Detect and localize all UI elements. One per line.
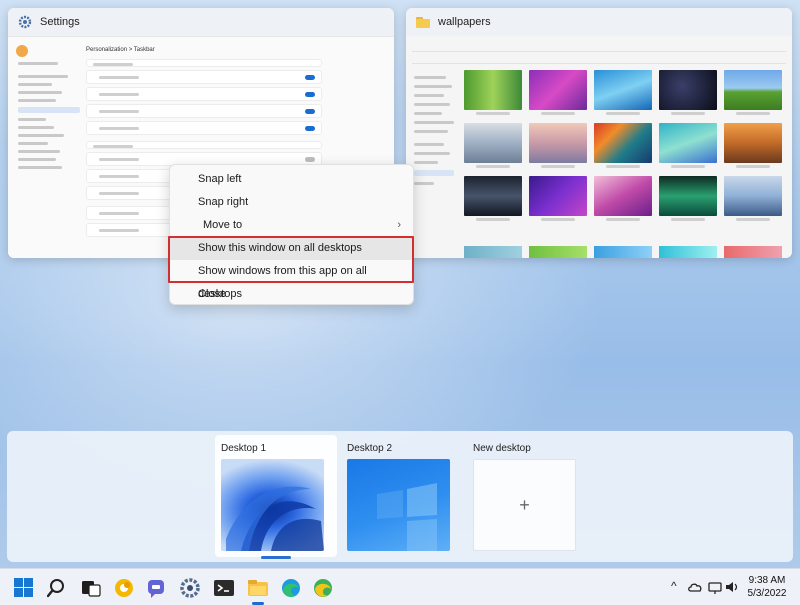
chevron-up-icon[interactable]: ^ xyxy=(671,579,677,593)
menu-item-close[interactable]: Close xyxy=(170,283,413,306)
file-explorer-icon[interactable] xyxy=(247,577,269,599)
edge-icon[interactable] xyxy=(280,577,302,599)
edge-dev-icon[interactable] xyxy=(312,577,334,599)
wallpaper-thumbnail[interactable] xyxy=(724,70,782,115)
wallpaper-thumbnail[interactable] xyxy=(594,70,652,115)
search-icon[interactable] xyxy=(47,577,69,599)
menu-item-move-to[interactable]: Move to › xyxy=(170,214,413,237)
start-icon[interactable] xyxy=(13,577,35,599)
system-clock[interactable]: 9:38 AM 5/3/2022 xyxy=(740,574,794,600)
menu-item-snap-right[interactable]: Snap right xyxy=(170,191,413,214)
wallpaper-thumbnail[interactable] xyxy=(724,123,782,168)
clock-time: 9:38 AM xyxy=(748,575,786,586)
window-context-menu: Snap left Snap right Move to › Show this… xyxy=(169,164,414,305)
wallpaper-thumbnail[interactable] xyxy=(659,123,717,168)
wallpaper-thumbnail-grid xyxy=(464,70,790,221)
wallpaper-thumbnail[interactable] xyxy=(464,123,522,168)
settings-icon[interactable] xyxy=(179,577,201,599)
wallpaper-thumbnail[interactable] xyxy=(529,70,587,115)
wallpaper-row-partial xyxy=(464,246,790,258)
wallpaper-thumbnail[interactable] xyxy=(464,70,522,115)
wallpaper-thumbnail[interactable] xyxy=(659,70,717,115)
desktop-1-preview xyxy=(221,459,324,551)
explorer-window-thumbnail[interactable]: wallpapers xyxy=(406,8,792,258)
menu-item-move-to-label: Move to xyxy=(203,219,243,231)
wallpaper-thumbnail[interactable] xyxy=(464,176,522,221)
explorer-window-title: wallpapers xyxy=(438,16,491,28)
windows-logo-wallpaper-art xyxy=(377,483,437,551)
wallpaper-thumbnail[interactable] xyxy=(659,176,717,221)
desktop-1[interactable]: Desktop 1 xyxy=(215,435,337,559)
plus-icon: + xyxy=(519,494,530,515)
active-desktop-indicator xyxy=(261,556,291,559)
network-icon[interactable] xyxy=(707,579,723,595)
folder-icon xyxy=(416,16,430,28)
terminal-icon[interactable] xyxy=(213,577,235,599)
taskbar: ^ 9:38 AM 5/3/2022 xyxy=(0,568,800,605)
chevron-right-icon: › xyxy=(397,219,401,231)
new-desktop-label: New desktop xyxy=(473,443,531,454)
menu-item-show-window-all-desktops[interactable]: Show this window on all desktops xyxy=(170,237,413,260)
wallpaper-thumbnail[interactable] xyxy=(594,123,652,168)
volume-icon[interactable] xyxy=(724,579,740,595)
settings-page-title: Personalization > Taskbar xyxy=(86,47,155,53)
wallpaper-thumbnail[interactable] xyxy=(529,123,587,168)
teams-chat-icon[interactable] xyxy=(146,577,168,599)
task-view-icon[interactable] xyxy=(80,577,102,599)
menu-item-show-app-all-desktops[interactable]: Show windows from this app on all deskto… xyxy=(170,260,413,300)
menu-item-snap-left[interactable]: Snap left xyxy=(170,168,413,191)
clock-date: 5/3/2022 xyxy=(747,588,787,599)
wallpaper-thumbnail[interactable] xyxy=(724,176,782,221)
bloom-wallpaper-art xyxy=(226,486,324,551)
cloud-icon[interactable] xyxy=(687,579,703,595)
explorer-address-bar-preview xyxy=(412,54,786,64)
settings-sidebar-preview xyxy=(14,43,80,169)
desktop-2[interactable]: Desktop 2 xyxy=(341,435,463,557)
explorer-titlebar: wallpapers xyxy=(406,8,792,36)
new-desktop[interactable]: New desktop + xyxy=(467,435,589,557)
explorer-toolbar-preview xyxy=(412,38,786,52)
avatar xyxy=(16,45,28,57)
desktop-2-label: Desktop 2 xyxy=(347,443,393,454)
new-desktop-button[interactable]: + xyxy=(473,459,576,551)
wallpaper-thumbnail[interactable] xyxy=(529,176,587,221)
settings-titlebar: Settings xyxy=(8,8,394,36)
desktop-2-preview xyxy=(347,459,450,551)
settings-window-title: Settings xyxy=(40,16,80,28)
virtual-desktops-strip: Desktop 1 Desktop 2 New desktop + xyxy=(7,431,793,562)
canary-browser-icon[interactable] xyxy=(113,577,135,599)
desktop-1-label: Desktop 1 xyxy=(221,443,267,454)
gear-icon xyxy=(18,15,32,29)
wallpaper-thumbnail[interactable] xyxy=(594,176,652,221)
explorer-nav-pane-preview xyxy=(410,70,460,185)
